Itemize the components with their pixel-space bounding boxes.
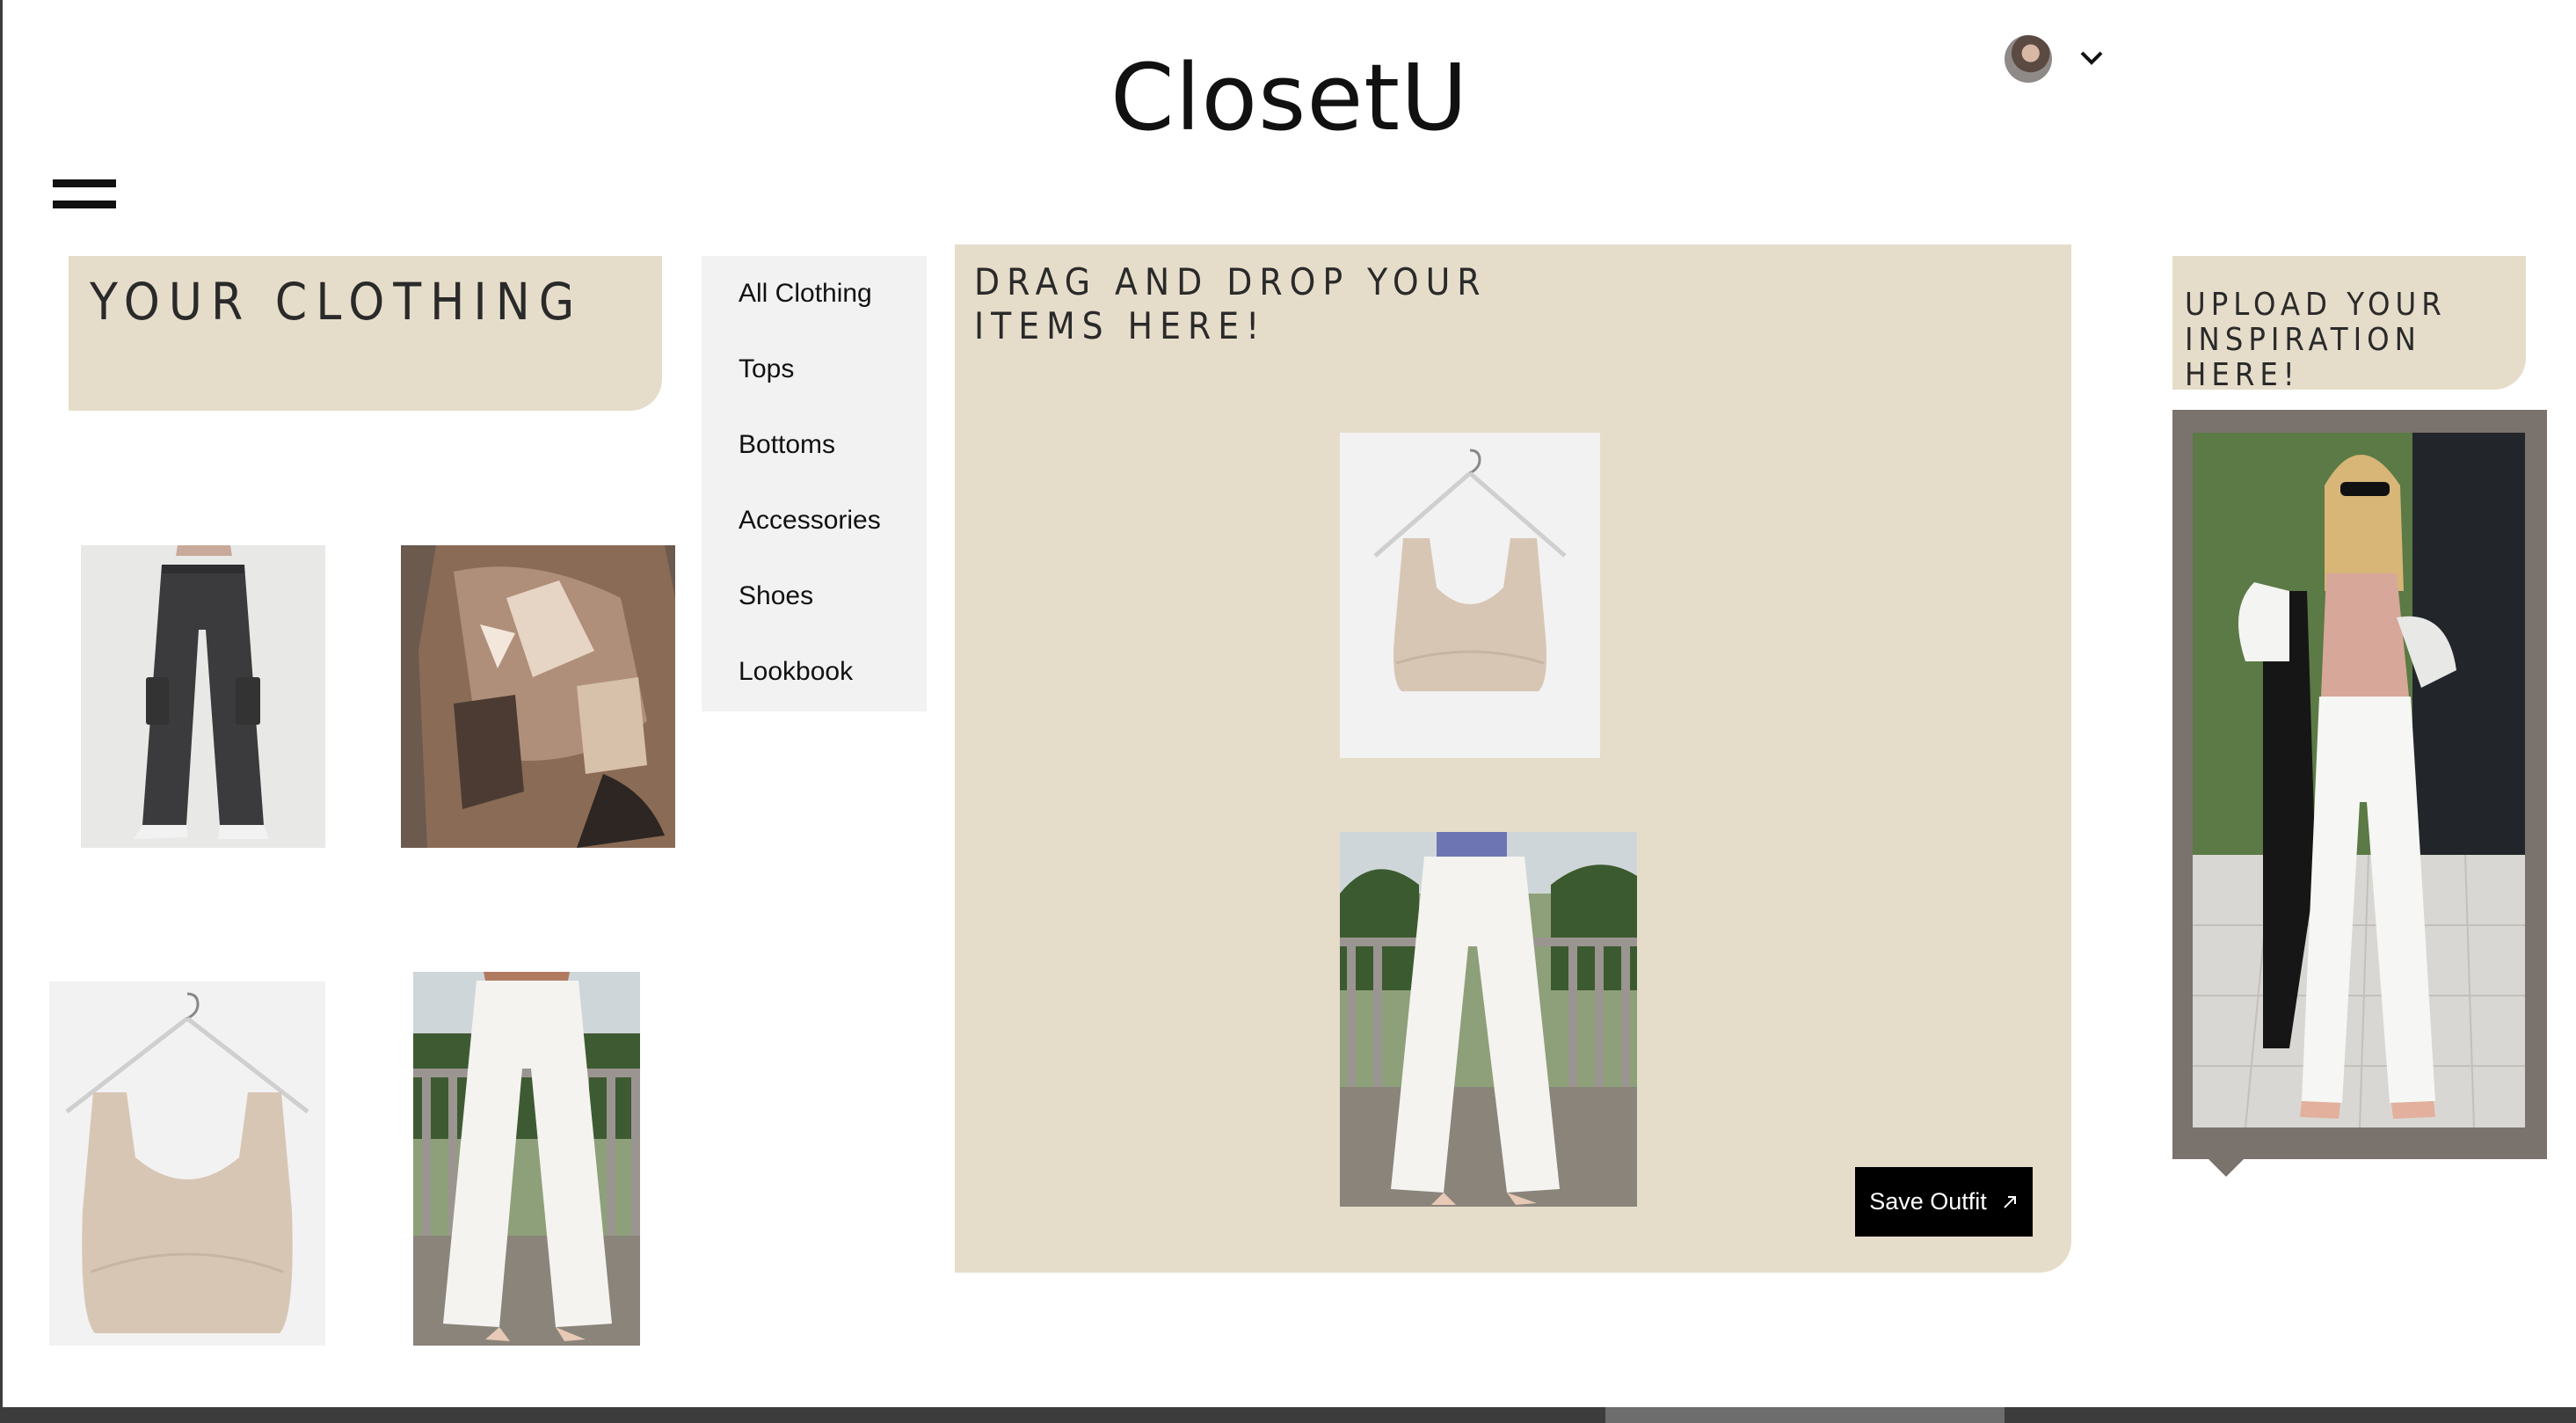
window-edge bbox=[0, 0, 3, 1407]
board-title: DRAG AND DROP YOUR ITEMS HERE! bbox=[974, 260, 1488, 347]
clothing-item-white-wide-leg-jeans[interactable] bbox=[413, 972, 640, 1346]
clothing-item-printed-mesh-top[interactable] bbox=[401, 545, 675, 848]
category-bottoms[interactable]: Bottoms bbox=[739, 423, 835, 467]
avatar[interactable] bbox=[2005, 35, 2052, 83]
hamburger-icon[interactable] bbox=[51, 172, 118, 216]
board-item-white-wide-leg-jeans[interactable] bbox=[1340, 832, 1637, 1207]
save-outfit-button[interactable]: Save Outfit bbox=[1855, 1167, 2033, 1237]
site-logo[interactable]: ClosetU bbox=[1110, 40, 1467, 155]
arrow-up-right-icon bbox=[2004, 1195, 2016, 1208]
category-shoes[interactable]: Shoes bbox=[739, 574, 813, 618]
clothing-item-grey-cargo-jeans[interactable] bbox=[81, 545, 325, 848]
clothing-item-beige-crop-tank[interactable] bbox=[49, 982, 325, 1346]
save-outfit-label: Save Outfit bbox=[1869, 1188, 1987, 1215]
category-accessories[interactable]: Accessories bbox=[739, 499, 881, 543]
category-tops[interactable]: Tops bbox=[739, 347, 794, 391]
scrollbar-thumb[interactable] bbox=[1605, 1407, 2005, 1423]
horizontal-scrollbar[interactable] bbox=[0, 1407, 2576, 1423]
category-menu: All Clothing Tops Bottoms Accessories Sh… bbox=[702, 256, 927, 712]
inspiration-header: UPLOAD YOUR INSPIRATION HERE! bbox=[2172, 256, 2526, 393]
inspiration-photo[interactable] bbox=[2193, 433, 2525, 1127]
inspiration-pointer bbox=[2209, 1159, 2244, 1177]
chevron-down-icon[interactable] bbox=[2077, 42, 2107, 72]
category-all-clothing[interactable]: All Clothing bbox=[739, 272, 872, 316]
board-item-beige-crop-tank[interactable] bbox=[1340, 433, 1600, 758]
category-lookbook[interactable]: Lookbook bbox=[739, 650, 853, 694]
wardrobe-title: YOUR CLOTHING bbox=[90, 272, 584, 332]
wardrobe-header: YOUR CLOTHING bbox=[69, 256, 662, 411]
account-menu[interactable] bbox=[2003, 33, 2117, 84]
inspiration-title: UPLOAD YOUR INSPIRATION HERE! bbox=[2185, 287, 2447, 393]
